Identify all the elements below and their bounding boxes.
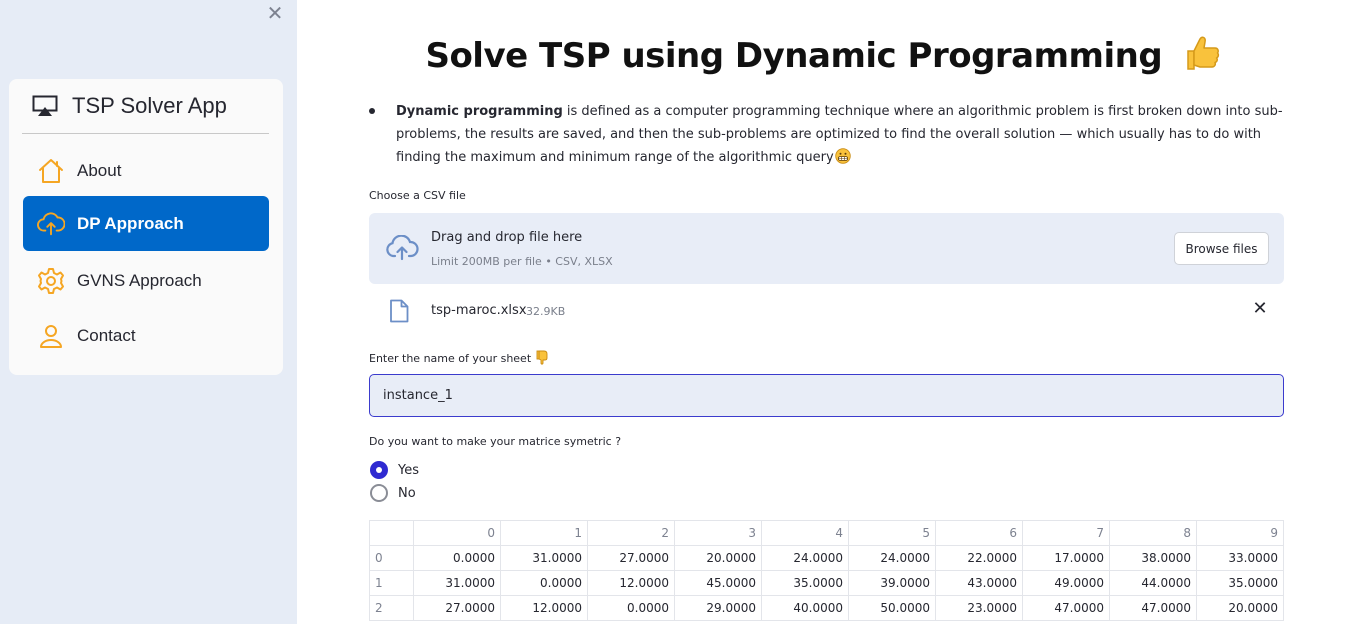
table-cell: 31.0000 xyxy=(500,545,588,571)
radio-label: No xyxy=(398,485,416,501)
dropzone-limit: Limit 200MB per file • CSV, XLSX xyxy=(431,255,613,268)
table-cell: 27.0000 xyxy=(587,545,675,571)
bullet-dot xyxy=(369,108,375,114)
table-cell: 20.0000 xyxy=(674,545,762,571)
row-index: 1 xyxy=(369,570,414,596)
close-icon[interactable]: ✕ xyxy=(265,3,285,23)
table-cell: 47.0000 xyxy=(1022,595,1110,621)
table-cell: 43.0000 xyxy=(935,570,1023,596)
table-cell: 35.0000 xyxy=(1196,570,1284,596)
menu-header: TSP Solver App xyxy=(22,79,269,134)
cloud-upload-icon xyxy=(385,234,419,265)
column-header: 3 xyxy=(674,520,762,546)
row-index: 2 xyxy=(369,595,414,621)
table-cell: 22.0000 xyxy=(935,545,1023,571)
table-cell: 0.0000 xyxy=(413,545,501,571)
intro-paragraph: Dynamic programming is defined as a comp… xyxy=(396,100,1284,172)
radio-option-yes[interactable]: Yes xyxy=(370,461,419,479)
table-cell: 23.0000 xyxy=(935,595,1023,621)
sidebar-item-gvns-approach[interactable]: GVNS Approach xyxy=(23,253,269,308)
intro-bullet: Dynamic programming is defined as a comp… xyxy=(369,100,1284,172)
sidebar-item-contact[interactable]: Contact xyxy=(23,308,269,363)
intro-term: Dynamic programming xyxy=(396,104,563,119)
table-cell: 17.0000 xyxy=(1022,545,1110,571)
table-cell: 20.0000 xyxy=(1196,595,1284,621)
table-cell: 49.0000 xyxy=(1022,570,1110,596)
table-cell: 12.0000 xyxy=(587,570,675,596)
sidebar: ✕ TSP Solver App About DP Approach GVNS … xyxy=(0,0,297,624)
table-header-row: 0 1 2 3 4 5 6 7 8 9 xyxy=(369,520,1284,546)
table-cell: 12.0000 xyxy=(500,595,588,621)
sheet-label: Enter the name of your sheet xyxy=(369,352,532,365)
sidebar-item-label: GVNS Approach xyxy=(77,270,202,290)
table-cell: 39.0000 xyxy=(848,570,936,596)
table-row: 2 27.0000 12.0000 0.0000 29.0000 40.0000… xyxy=(369,595,1284,621)
grimacing-face-icon xyxy=(834,148,851,172)
symmetric-label: Do you want to make your matrice symetri… xyxy=(369,435,622,448)
cloud-upload-icon xyxy=(37,210,65,238)
column-header: 7 xyxy=(1022,520,1110,546)
table-row: 0 0.0000 31.0000 27.0000 20.0000 24.0000… xyxy=(369,545,1284,571)
table-cell: 50.0000 xyxy=(848,595,936,621)
main-content: Solve TSP using Dynamic Programming Dyna… xyxy=(297,0,1350,624)
upload-label: Choose a CSV file xyxy=(369,189,466,202)
distance-matrix-table: 0 1 2 3 4 5 6 7 8 9 0 0.0000 31.0000 27.… xyxy=(369,520,1284,621)
table-cell: 31.0000 xyxy=(413,570,501,596)
table-cell: 47.0000 xyxy=(1109,595,1197,621)
table-corner xyxy=(369,520,414,546)
column-header: 5 xyxy=(848,520,936,546)
gear-icon xyxy=(37,267,65,295)
page-title: Solve TSP using Dynamic Programming xyxy=(425,36,1163,76)
sidebar-item-label: About xyxy=(77,160,122,180)
column-header: 2 xyxy=(587,520,675,546)
table-cell: 35.0000 xyxy=(761,570,849,596)
radio-option-no[interactable]: No xyxy=(370,484,416,502)
column-header: 9 xyxy=(1196,520,1284,546)
file-dropzone[interactable]: Drag and drop file here Limit 200MB per … xyxy=(369,213,1284,284)
uploaded-file-size: 32.9KB xyxy=(526,305,566,318)
table-cell: 0.0000 xyxy=(500,570,588,596)
column-header: 0 xyxy=(413,520,501,546)
column-header: 6 xyxy=(935,520,1023,546)
radio-button[interactable] xyxy=(370,461,388,479)
navigation-menu: TSP Solver App About DP Approach GVNS Ap… xyxy=(9,79,283,375)
table-cell: 44.0000 xyxy=(1109,570,1197,596)
column-header: 8 xyxy=(1109,520,1197,546)
table-row: 1 31.0000 0.0000 12.0000 45.0000 35.0000… xyxy=(369,570,1284,596)
browse-files-button[interactable]: Browse files xyxy=(1174,232,1269,265)
sidebar-item-label: Contact xyxy=(77,325,136,345)
table-cell: 29.0000 xyxy=(674,595,762,621)
radio-label: Yes xyxy=(398,462,419,478)
table-cell: 38.0000 xyxy=(1109,545,1197,571)
table-cell: 40.0000 xyxy=(761,595,849,621)
airplay-icon xyxy=(32,95,58,116)
table-cell: 24.0000 xyxy=(848,545,936,571)
table-cell: 0.0000 xyxy=(587,595,675,621)
remove-file-icon[interactable]: ✕ xyxy=(1249,298,1271,320)
radio-button[interactable] xyxy=(370,484,388,502)
column-header: 4 xyxy=(761,520,849,546)
thumbs-up-icon xyxy=(1182,33,1222,82)
sidebar-item-dp-approach[interactable]: DP Approach xyxy=(23,196,269,251)
page-title-row: Solve TSP using Dynamic Programming xyxy=(297,33,1350,82)
file-icon xyxy=(389,299,409,327)
sidebar-item-label: DP Approach xyxy=(77,213,184,233)
uploaded-file-row: tsp-maroc.xlsx 32.9KB ✕ xyxy=(369,296,1284,326)
column-header: 1 xyxy=(500,520,588,546)
app-title: TSP Solver App xyxy=(72,93,227,118)
table-cell: 27.0000 xyxy=(413,595,501,621)
table-cell: 24.0000 xyxy=(761,545,849,571)
row-index: 0 xyxy=(369,545,414,571)
sidebar-item-about[interactable]: About xyxy=(23,143,269,198)
person-icon xyxy=(37,322,65,350)
pointing-down-icon xyxy=(535,350,549,368)
table-cell: 45.0000 xyxy=(674,570,762,596)
sheet-label-row: Enter the name of your sheet xyxy=(369,350,549,368)
house-icon xyxy=(37,157,65,185)
table-cell: 33.0000 xyxy=(1196,545,1284,571)
uploaded-file-name: tsp-maroc.xlsx xyxy=(431,303,527,318)
sheet-name-input[interactable] xyxy=(369,374,1284,417)
dropzone-title: Drag and drop file here xyxy=(431,230,583,245)
